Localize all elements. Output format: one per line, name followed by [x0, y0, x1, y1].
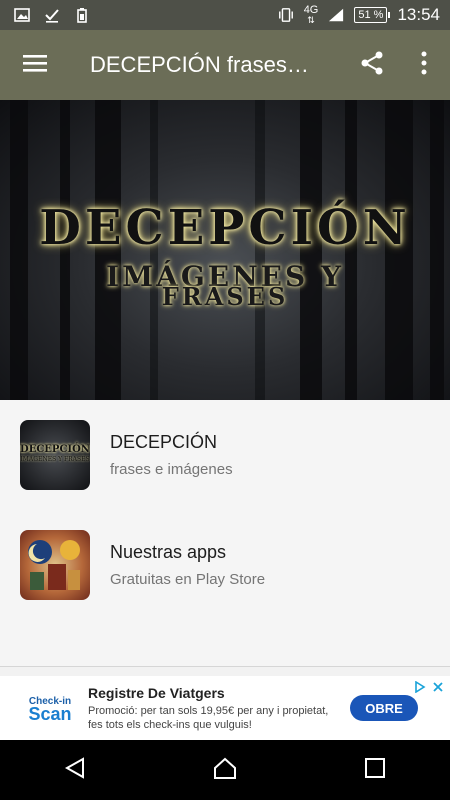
list-item-decepcion[interactable]: DECEPCIÓN IMÁGENES Y FRASES DECEPCIÓN fr… [0, 400, 450, 510]
recents-square-icon [364, 757, 386, 784]
list-item-title: Nuestras apps [110, 542, 227, 562]
ad-description: Promoció: per tan sols 19,95€ per any i … [88, 704, 329, 731]
collage-art-icon [28, 540, 80, 590]
home-icon [212, 756, 238, 785]
download-done-icon [44, 7, 60, 23]
list-item-subtitle: Gratuitas en Play Store [110, 571, 266, 588]
more-vert-icon [420, 51, 428, 80]
decepcion-app-thumbnail: DECEPCIÓN IMÁGENES Y FRASES [20, 420, 90, 490]
ad-title: Registre De Viatgers [88, 684, 225, 701]
list-item-nuestras-apps[interactable]: Nuestras apps Gratuitas en Play Store [0, 510, 450, 620]
list-item-subtitle: frases e imágenes [110, 461, 233, 478]
battery-indicator: 51 % [354, 7, 391, 23]
header-banner-image: DECEPCIÓN IMÁGENES Y FRASES [0, 100, 450, 400]
share-button[interactable] [346, 30, 398, 100]
page-title: DECEPCIÓN frases… [90, 52, 309, 77]
back-button[interactable] [45, 740, 105, 800]
ad-logo-main: Scan [28, 704, 72, 724]
divider [0, 666, 450, 667]
menu-button[interactable] [0, 30, 70, 100]
ad-logo: Check-in Scan [20, 696, 80, 724]
image-notification-icon [14, 7, 30, 23]
ad-close-icon[interactable] [432, 680, 444, 698]
ad-banner[interactable]: Check-in Scan Registre De Viatgers Promo… [0, 676, 450, 740]
share-icon [359, 50, 385, 81]
overflow-menu-button[interactable] [398, 30, 450, 100]
list-item-title: DECEPCIÓN [110, 432, 218, 452]
banner-subtitle-line2: FRASES [161, 282, 289, 311]
ad-open-button[interactable]: OBRE [350, 695, 418, 721]
battery-saver-icon [74, 7, 90, 23]
network-type: 4G ⇅ [303, 4, 319, 26]
ad-choices-icon[interactable] [414, 680, 426, 698]
signal-icon [328, 7, 344, 23]
clock: 13:54 [397, 5, 440, 24]
system-navigation-bar [0, 740, 450, 800]
banner-title: DECEPCIÓN [39, 200, 411, 256]
thumbnail-subtitle: IMÁGENES Y FRASES [20, 456, 90, 463]
back-triangle-icon [63, 756, 87, 785]
thumbnail-title: DECEPCIÓN [20, 444, 90, 455]
home-button[interactable] [195, 740, 255, 800]
hamburger-menu-icon [22, 53, 48, 78]
status-bar: 4G ⇅ 51 % 13:54 [0, 0, 450, 30]
recents-button[interactable] [345, 740, 405, 800]
app-list: DECEPCIÓN IMÁGENES Y FRASES DECEPCIÓN fr… [0, 400, 450, 666]
app-bar: DECEPCIÓN frases… [0, 30, 450, 100]
vibrate-icon [278, 7, 294, 23]
nuestras-apps-thumbnail [20, 530, 90, 600]
